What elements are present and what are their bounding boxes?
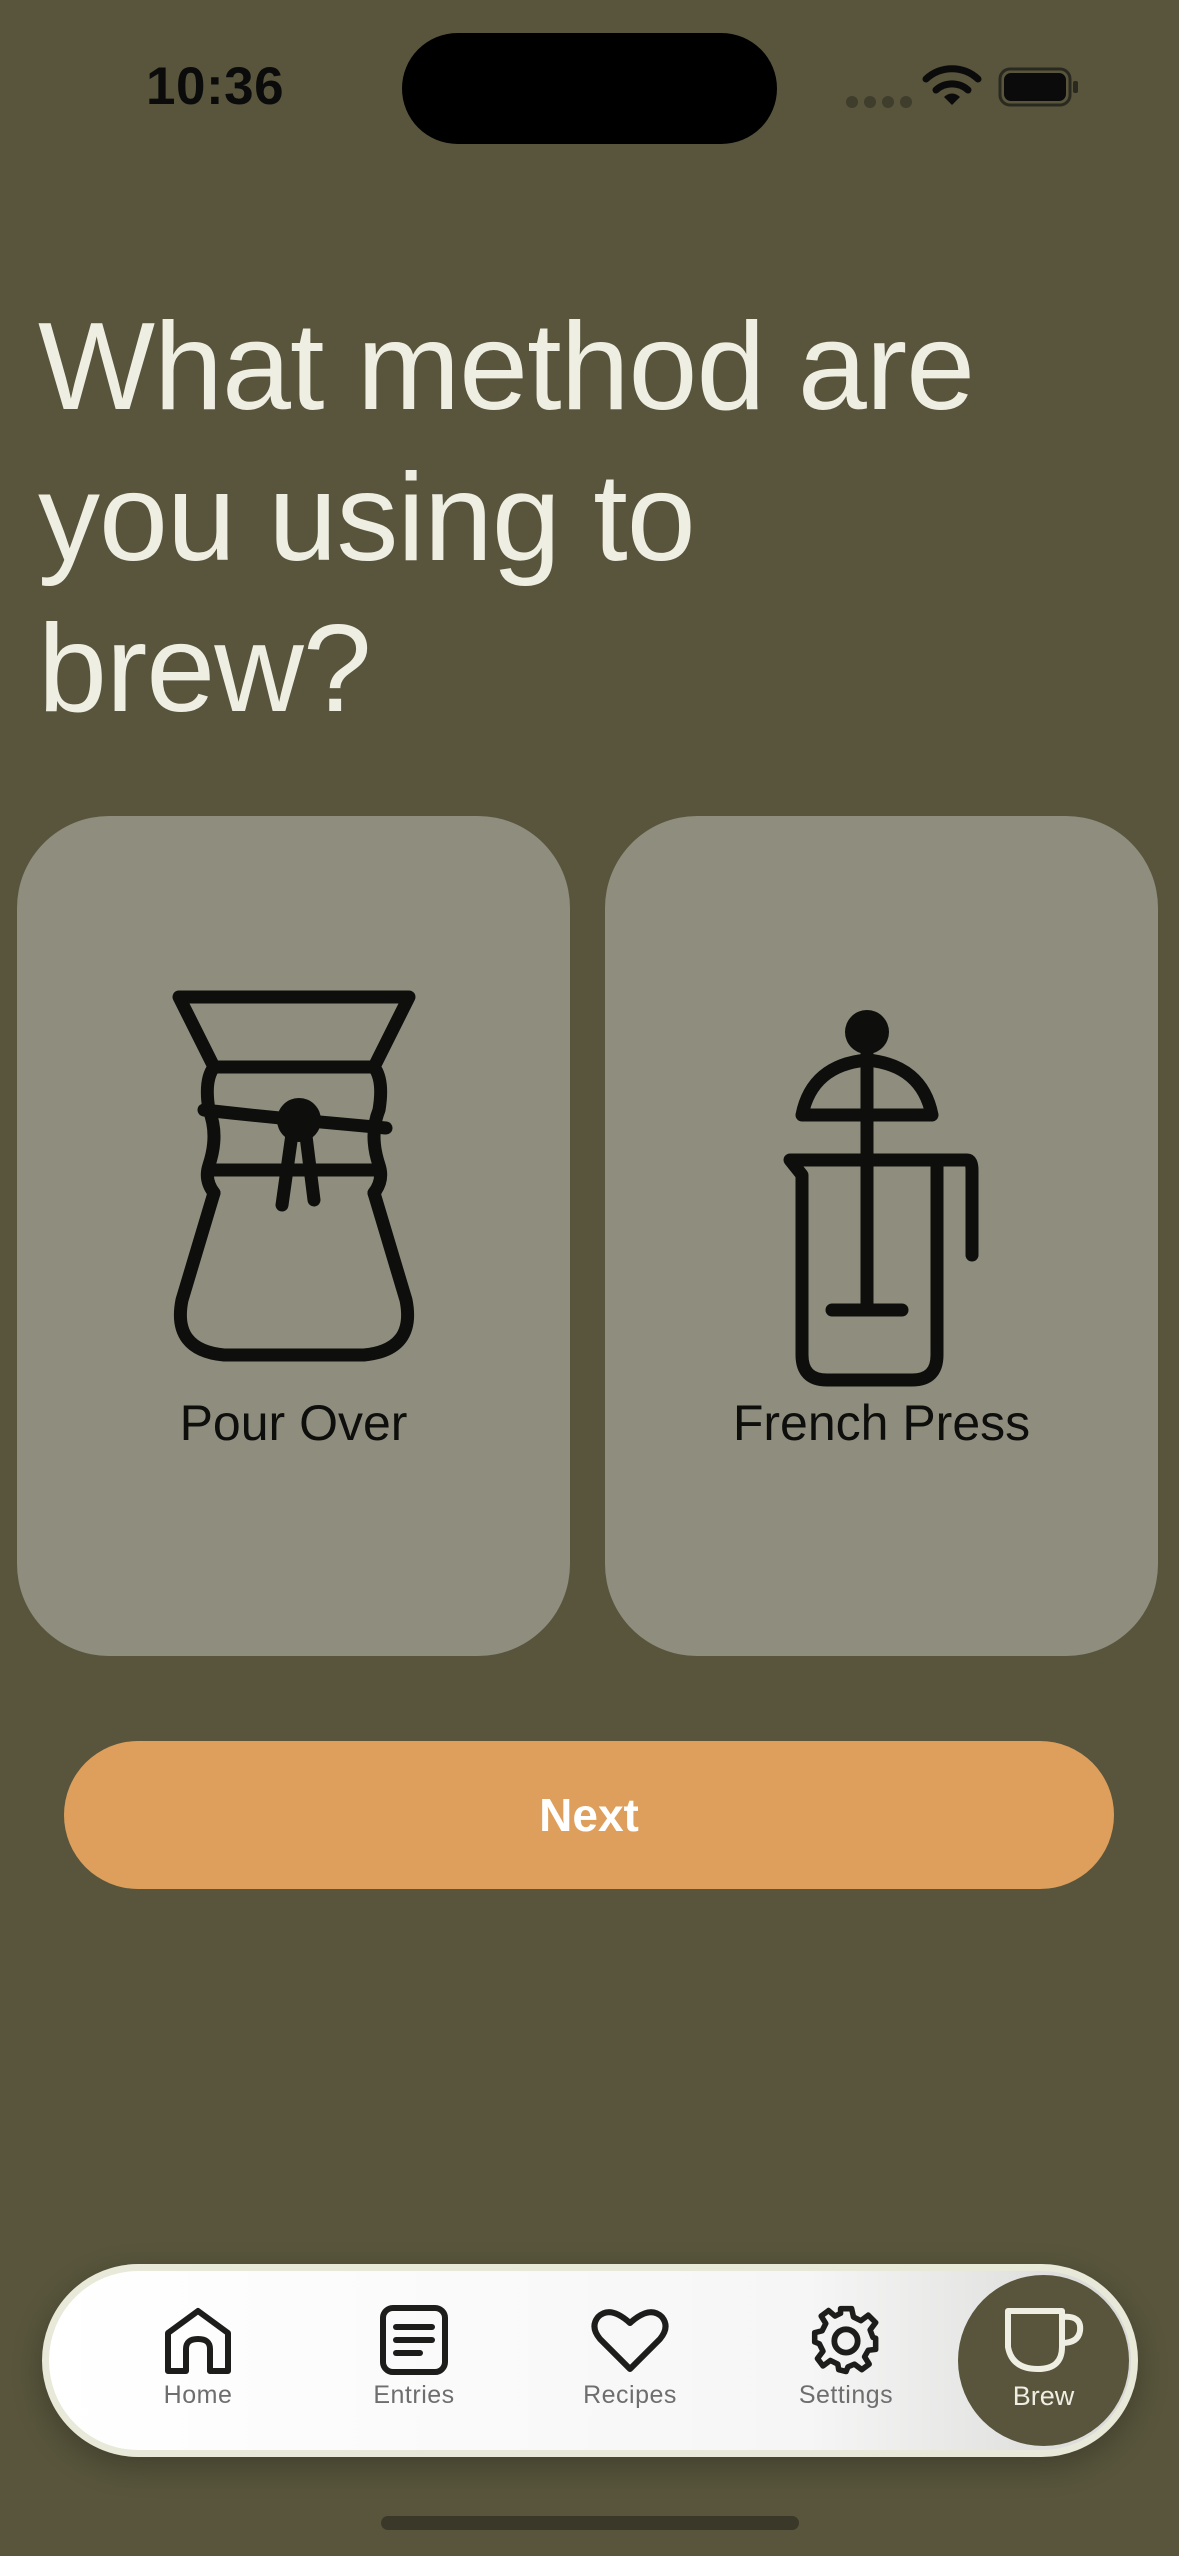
status-time: 10:36 <box>146 57 285 116</box>
tab-label: Entries <box>373 2381 455 2409</box>
next-button[interactable]: Next <box>64 1741 1114 1889</box>
tab-label: Home <box>163 2381 233 2409</box>
tab-label: Settings <box>798 2381 894 2409</box>
tab-label: Brew <box>1012 2381 1075 2411</box>
battery-icon <box>998 67 1078 107</box>
tab-home[interactable]: Home <box>118 2305 278 2410</box>
tab-bar: Home Entries Recipes Settings Brew <box>42 2264 1138 2457</box>
tab-brew[interactable]: Brew <box>958 2275 1129 2446</box>
page-title: What method are you using to brew? <box>38 298 975 738</box>
chemex-icon <box>172 990 415 1362</box>
tab-settings[interactable]: Settings <box>766 2305 926 2410</box>
home-icon <box>165 2308 231 2374</box>
french-press-icon <box>783 1010 978 1387</box>
heart-icon <box>591 2309 669 2372</box>
list-icon <box>380 2305 448 2375</box>
method-card-pour-over[interactable]: Pour Over <box>17 816 570 1656</box>
home-indicator[interactable] <box>381 2516 799 2530</box>
tab-recipes[interactable]: Recipes <box>550 2305 710 2410</box>
cellular-signal-icon <box>846 96 912 108</box>
method-card-french-press[interactable]: French Press <box>605 816 1158 1656</box>
gear-icon <box>811 2305 879 2375</box>
method-label: French Press <box>732 1395 1031 1451</box>
dynamic-island <box>402 33 777 144</box>
tab-label: Recipes <box>583 2381 677 2409</box>
method-label: Pour Over <box>179 1395 408 1451</box>
wifi-icon <box>922 65 982 105</box>
cup-icon <box>1004 2308 1083 2372</box>
tab-entries[interactable]: Entries <box>334 2305 494 2410</box>
